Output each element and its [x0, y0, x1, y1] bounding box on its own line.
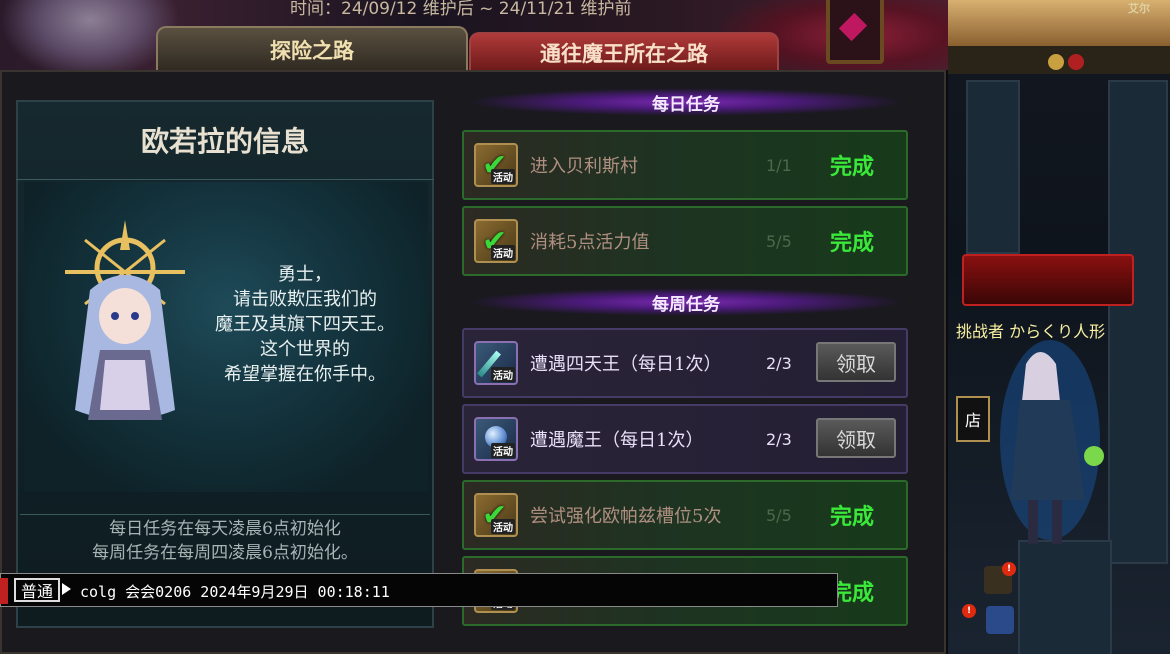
boss-hp-bar [962, 254, 1134, 306]
check-icon: ✔活动 [474, 219, 518, 263]
tab-demon-king-road[interactable]: 通往魔王所在之路 [469, 32, 779, 72]
task-row: ✔ 活动 尝试强化欧帕兹槽位5次 5/5 完成 [462, 480, 908, 550]
banner-gem-box-icon [826, 0, 884, 64]
dialog-line: 魔王及其旗下四天王。 [215, 314, 395, 335]
gem-icon[interactable] [1068, 54, 1084, 70]
task-row: 活动 遭遇魔王（每日1次） 2/3 领取 [462, 404, 908, 474]
event-period: 时间：24/09/12 维护后 ~ 24/11/21 维护前 [290, 0, 632, 19]
task-name: 进入贝利斯村 [530, 156, 638, 177]
task-name: 遭遇四天王（每日1次） [530, 354, 722, 375]
check-icon: ✔活动 [474, 143, 518, 187]
reset-notes: 每日任务在每天凌晨6点初始化 每周任务在每周四凌晨6点初始化。 [20, 514, 430, 565]
scene-pillar [1108, 80, 1168, 564]
check-icon: ✔活动 [474, 493, 518, 537]
aurora-character-portrait [65, 220, 185, 420]
orb-icon: 活动 [474, 417, 518, 461]
character-dialog: 勇士， 请击败欺压我们的 魔王及其旗下四天王。 这个世界的 希望掌握在你手中。 [190, 262, 420, 387]
task-name: 遭遇魔王（每日1次） [530, 430, 704, 451]
scene-pillar [966, 80, 1020, 254]
sword-icon: 活动 [474, 341, 518, 385]
coin-icon[interactable] [1048, 54, 1064, 70]
claim-button[interactable]: 领取 [816, 418, 896, 458]
settings-icon[interactable] [986, 606, 1014, 634]
task-complete-label: 完成 [830, 154, 875, 180]
task-name: 消耗5点活力值 [530, 232, 650, 253]
scene-top-label: 艾尔 [1128, 2, 1150, 15]
dialog-line: 勇士， [278, 264, 332, 285]
daily-tasks-header: 每日任务 [466, 88, 906, 116]
chat-alert-marker [0, 578, 8, 604]
chat-message: colg 会会0206 2024年9月29日 00:18:11 [80, 583, 390, 601]
claim-button[interactable]: 领取 [816, 342, 896, 382]
dialog-line: 请击败欺压我们的 [233, 289, 377, 310]
weekly-tasks-header: 每周任务 [466, 288, 906, 316]
player-character[interactable] [990, 330, 1110, 550]
task-complete-label: 完成 [830, 230, 875, 256]
notification-badge: ! [962, 604, 976, 618]
task-row: ✔ 活动 消耗5点活力值 5/5 完成 [462, 206, 908, 276]
chat-arrow-icon [62, 583, 71, 595]
chat-channel-button[interactable]: 普通 [14, 578, 60, 602]
banner-character-art [0, 0, 180, 70]
task-name: 尝试强化欧帕兹槽位5次 [530, 506, 722, 527]
daily-reset-note: 每日任务在每天凌晨6点初始化 [109, 519, 341, 539]
dialog-line: 这个世界的 [260, 339, 350, 360]
tab-adventure-road[interactable]: 探险之路 [156, 26, 468, 72]
task-row: ✔ 活动 进入贝利斯村 1/1 完成 [462, 130, 908, 200]
task-progress: 2/3 [766, 429, 792, 449]
dialog-line: 希望掌握在你手中。 [224, 364, 386, 385]
task-row: 活动 遭遇四天王（每日1次） 2/3 领取 [462, 328, 908, 398]
notification-badge: ! [1002, 562, 1016, 576]
info-title: 欧若拉的信息 [16, 100, 434, 180]
task-complete-label: 完成 [830, 504, 875, 530]
weekly-reset-note: 每周任务在每周四凌晨6点初始化。 [92, 543, 358, 563]
scene-floor-block [1018, 540, 1112, 654]
task-progress: 1/1 [766, 155, 792, 175]
task-progress: 2/3 [766, 353, 792, 373]
task-progress: 5/5 [766, 505, 792, 525]
task-progress: 5/5 [766, 231, 792, 251]
shop-button[interactable]: 店 [956, 396, 990, 442]
